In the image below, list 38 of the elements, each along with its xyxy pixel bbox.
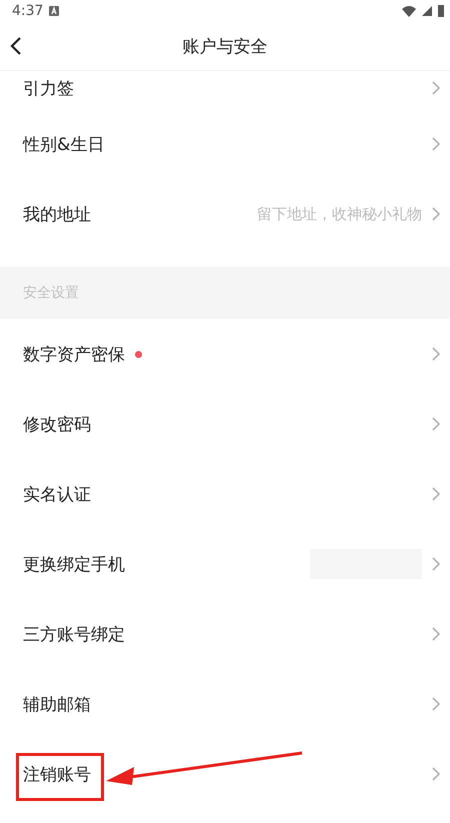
chevron-icon [432, 207, 440, 221]
settings-row[interactable]: 三方账号绑定 [0, 599, 450, 669]
settings-row[interactable]: 注销账号 [0, 739, 450, 809]
settings-row[interactable]: 我的地址 留下地址，收神秘小礼物 [0, 179, 450, 249]
settings-row[interactable]: 修改密码 [0, 389, 450, 459]
settings-row[interactable]: 数字资产密保 [0, 319, 450, 389]
status-time: 4:37 [12, 3, 44, 19]
chevron-icon [432, 767, 440, 781]
battery-icon [438, 5, 444, 17]
row-label: 性别&生日 [23, 134, 104, 156]
row-label: 引力签 [23, 78, 74, 100]
back-icon[interactable] [10, 37, 22, 55]
chevron-icon [432, 697, 440, 711]
row-hint: 留下地址，收神秘小礼物 [257, 204, 422, 224]
chevron-icon [432, 627, 440, 641]
settings-row[interactable]: 引力签 [0, 71, 450, 109]
row-label: 数字资产密保 [23, 344, 125, 366]
wifi-icon [402, 6, 416, 16]
row-label: 更换绑定手机 [23, 554, 125, 576]
row-label: 三方账号绑定 [23, 624, 125, 646]
page-title: 账户与安全 [182, 36, 268, 58]
row-label: 辅助邮箱 [23, 694, 91, 716]
chevron-icon [432, 557, 440, 571]
row-label: 我的地址 [23, 204, 91, 226]
chevron-icon [432, 81, 440, 95]
settings-row[interactable]: 更换绑定手机 [0, 529, 450, 599]
signal-icon [422, 6, 432, 16]
chevron-icon [432, 347, 440, 361]
notification-icon [49, 6, 60, 16]
row-label: 实名认证 [23, 484, 91, 506]
settings-row[interactable]: 辅助邮箱 [0, 669, 450, 739]
chevron-icon [432, 487, 440, 501]
settings-row[interactable]: 性别&生日 [0, 109, 450, 179]
row-label: 注销账号 [23, 764, 91, 786]
settings-row[interactable]: 实名认证 [0, 459, 450, 529]
row-label: 修改密码 [23, 414, 91, 436]
chevron-icon [432, 417, 440, 431]
chevron-icon [432, 137, 440, 151]
